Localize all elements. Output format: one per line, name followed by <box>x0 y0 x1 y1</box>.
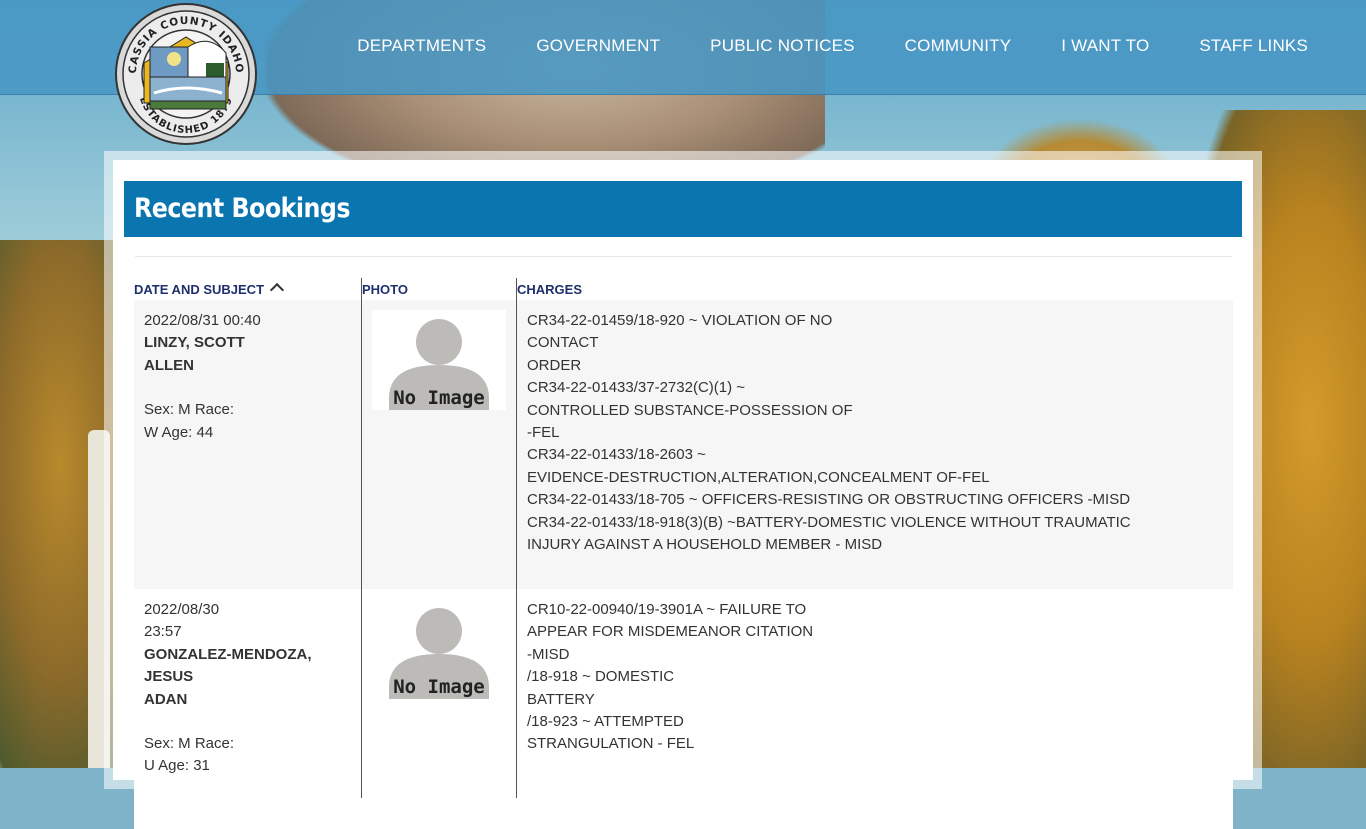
no-image-label: No Image <box>393 676 485 698</box>
subject-demographics: W Age: 44 <box>144 423 214 441</box>
subject-name-line: GONZALEZ-MENDOZA, <box>144 645 312 663</box>
page-title-bar: Recent Bookings <box>124 181 1242 237</box>
county-seal-logo[interactable]: CASSIA COUNTY IDAHO ESTABLISHED 1879 <box>114 3 258 145</box>
page-title: Recent Bookings <box>134 193 351 224</box>
charge-line: STRANGULATION - FEL <box>527 735 695 753</box>
table-row: 2022/08/31 00:40 LINZY, SCOTT ALLEN Sex:… <box>134 300 1233 589</box>
no-image-label: No Image <box>393 387 485 409</box>
charge-line: CR34-22-01433/18-705 ~ OFFICERS-RESISTIN… <box>527 491 1131 509</box>
booking-date: 2022/08/30 <box>144 601 220 618</box>
charge-line: BATTERY <box>527 690 595 708</box>
charges-cell: CR34-22-01459/18-920 ~ VIOLATION OF NO C… <box>527 310 1227 556</box>
subject-demographics: Sex: M Race: <box>144 401 235 419</box>
table-row: 2022/08/30 23:57 GONZALEZ-MENDOZA, JESUS… <box>134 589 1233 829</box>
charge-line: /18-918 ~ DOMESTIC <box>527 668 675 686</box>
nav-departments[interactable]: DEPARTMENTS <box>357 36 486 56</box>
charge-line: ORDER <box>527 356 582 374</box>
content-panel: Recent Bookings DATE AND SUBJECT PHOTO C… <box>113 160 1253 829</box>
column-header-photo: PHOTO <box>362 282 408 297</box>
charge-line: CR34-22-01433/18-918(3)(B) ~BATTERY-DOME… <box>527 513 1131 531</box>
charge-line: APPEAR FOR MISDEMEANOR CITATION <box>527 623 814 641</box>
column-divider <box>361 278 362 798</box>
divider <box>135 256 1232 257</box>
subject-name-line: JESUS <box>144 668 194 686</box>
nav-community[interactable]: COMMUNITY <box>905 36 1012 56</box>
charge-line: CR34-22-01459/18-920 ~ VIOLATION OF NO <box>527 312 833 329</box>
charge-line: CONTROLLED SUBSTANCE-POSSESSION OF <box>527 401 853 419</box>
nav-public-notices[interactable]: PUBLIC NOTICES <box>710 36 855 56</box>
main-nav: DEPARTMENTS GOVERNMENT PUBLIC NOTICES CO… <box>357 36 1308 56</box>
column-header-date-subject[interactable]: DATE AND SUBJECT <box>134 282 285 298</box>
subject-name-line: ADAN <box>144 690 188 708</box>
date-subject-cell: 2022/08/31 00:40 LINZY, SCOTT ALLEN Sex:… <box>144 310 354 444</box>
charge-line: INJURY AGAINST A HOUSEHOLD MEMBER - MISD <box>527 536 883 554</box>
charge-line: CR34-22-01433/18-2603 ~ <box>527 446 706 464</box>
subject-demographics: Sex: M Race: <box>144 735 235 753</box>
column-divider <box>516 278 517 798</box>
charge-line: -FEL <box>527 424 560 442</box>
subject-name-line: LINZY, SCOTT <box>144 334 245 352</box>
charge-line: CR10-22-00940/19-3901A ~ FAILURE TO <box>527 601 807 618</box>
date-subject-cell: 2022/08/30 23:57 GONZALEZ-MENDOZA, JESUS… <box>144 599 354 778</box>
charge-line: CR34-22-01433/37-2732(C)(1) ~ <box>527 379 746 397</box>
charge-line: EVIDENCE-DESTRUCTION,ALTERATION,CONCEALM… <box>527 468 990 486</box>
booking-date: 2022/08/31 00:40 <box>144 312 261 329</box>
column-header-date-subject-label: DATE AND SUBJECT <box>134 282 265 297</box>
nav-government[interactable]: GOVERNMENT <box>536 36 660 56</box>
no-image-placeholder-icon: No Image <box>389 608 489 699</box>
nav-i-want-to[interactable]: I WANT TO <box>1061 36 1149 56</box>
charge-line: /18-923 ~ ATTEMPTED <box>527 713 684 731</box>
subject-demographics: U Age: 31 <box>144 757 210 775</box>
charge-line: CONTACT <box>527 334 599 352</box>
booking-photo[interactable]: No Image <box>372 310 506 410</box>
charge-line: -MISD <box>527 645 570 663</box>
booking-time: 23:57 <box>144 623 182 641</box>
sort-ascending-icon[interactable] <box>269 282 285 298</box>
no-image-placeholder-icon: No Image <box>389 319 489 410</box>
charges-cell: CR10-22-00940/19-3901A ~ FAILURE TO APPE… <box>527 599 1227 756</box>
subject-name-line: ALLEN <box>144 356 194 374</box>
booking-photo[interactable]: No Image <box>372 599 506 699</box>
column-header-charges: CHARGES <box>517 282 583 297</box>
nav-staff-links[interactable]: STAFF LINKS <box>1199 36 1308 56</box>
